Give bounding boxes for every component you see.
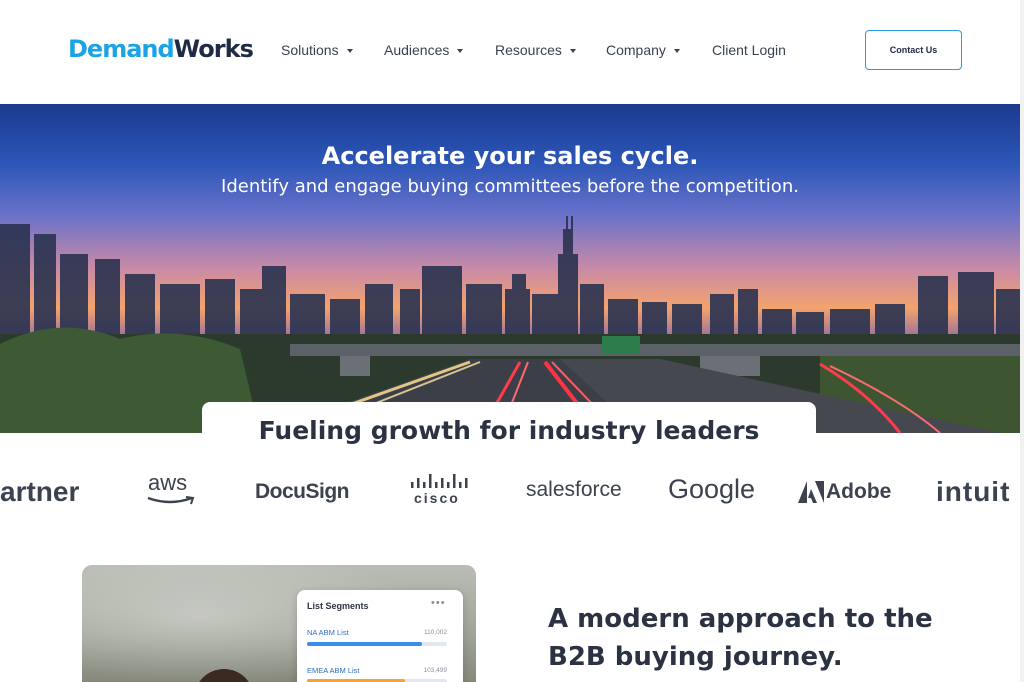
adobe-logo-text: Adobe: [826, 480, 892, 503]
nav-audiences-label: Audiences: [384, 42, 450, 58]
aws-logo-text: aws: [148, 470, 188, 495]
client-logos-strip: artner aws DocuSign cisco salesforce Goo…: [0, 462, 1024, 522]
section-heading: A modern approach to the B2B buying jour…: [548, 600, 968, 676]
cisco-bars-icon: [411, 474, 468, 488]
nav-company-label: Company: [606, 42, 666, 58]
gartner-logo: artner: [0, 476, 80, 507]
list-segments-card: List Segments ••• NA ABM List 110,002 EM…: [297, 590, 463, 682]
caret-down-icon: [457, 48, 464, 53]
hero-banner: Accelerate your sales cycle. Identify an…: [0, 104, 1024, 433]
hero-title: Accelerate your sales cycle.: [321, 142, 699, 170]
more-horizontal-icon[interactable]: •••: [431, 597, 446, 609]
nav-solutions-label: Solutions: [281, 42, 339, 58]
nav-solutions[interactable]: Solutions: [281, 42, 353, 58]
nav-client-login[interactable]: Client Login: [712, 42, 786, 58]
aws-smile-icon: [147, 496, 195, 505]
cisco-logo: cisco: [411, 474, 468, 506]
hero-subtitle: Identify and engage buying committees be…: [221, 176, 799, 197]
adobe-logo: Adobe: [798, 480, 891, 504]
google-logo: Google: [668, 474, 756, 504]
section-heading-line2: B2B buying journey.: [548, 642, 843, 672]
cisco-logo-text: cisco: [414, 490, 460, 506]
caret-down-icon: [346, 48, 353, 53]
nav-client-login-label: Client Login: [712, 42, 786, 58]
intuit-logo: intuit: [936, 476, 1011, 507]
caret-down-icon: [569, 48, 576, 53]
segment-progress-fill: [307, 642, 422, 646]
segment-label: EMEA ABM List: [307, 666, 360, 675]
segment-value: 110,002: [423, 629, 447, 636]
growth-card: Fueling growth for industry leaders: [202, 402, 816, 454]
demandworks-logo[interactable]: DemandWorks: [68, 34, 254, 64]
docusign-logo: DocuSign: [255, 480, 350, 503]
segment-label: NA ABM List: [307, 628, 349, 637]
nav-company[interactable]: Company: [606, 42, 680, 58]
logo-part-demand: Demand: [68, 35, 175, 63]
growth-title: Fueling growth for industry leaders: [258, 416, 760, 445]
site-header: DemandWorks Solutions Audiences Resource…: [0, 0, 1024, 104]
segment-progress-bar: [307, 642, 447, 646]
salesforce-logo: salesforce: [526, 478, 622, 501]
logo-part-works: Works: [173, 35, 254, 63]
section-heading-line1: A modern approach to the: [548, 604, 933, 634]
caret-down-icon: [673, 48, 680, 53]
nav-audiences[interactable]: Audiences: [384, 42, 464, 58]
nav-resources[interactable]: Resources: [495, 42, 576, 58]
segment-value: 103,499: [423, 667, 448, 674]
adobe-mark-icon: [798, 481, 824, 503]
page-scrollbar[interactable]: [1020, 0, 1024, 682]
list-segments-title: List Segments: [307, 601, 369, 611]
aws-logo: aws: [147, 470, 195, 505]
contact-us-button[interactable]: Contact Us: [865, 30, 962, 70]
nav-resources-label: Resources: [495, 42, 562, 58]
